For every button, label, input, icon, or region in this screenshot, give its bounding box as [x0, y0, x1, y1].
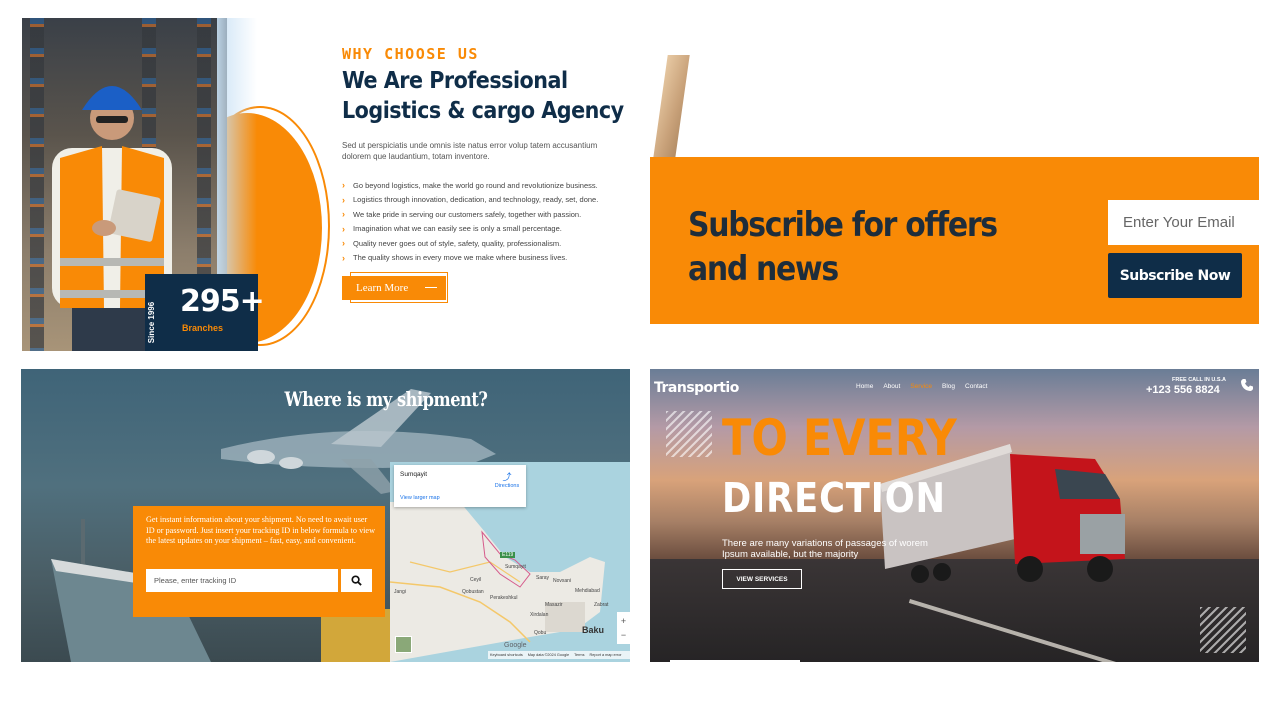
- list-item-text: Quality never goes out of style, safety,…: [353, 238, 562, 248]
- map-label: Sumqayit: [505, 564, 526, 570]
- tracking-id-input[interactable]: [146, 569, 338, 592]
- dash-icon: [425, 287, 437, 288]
- branches-stat-box: 295+ Branches Since 1996: [145, 274, 265, 351]
- why-choose-us-section: 295+ Branches Since 1996 WHY CHOOSE US W…: [22, 18, 630, 351]
- zoom-control[interactable]: + −: [617, 612, 630, 644]
- list-item-text: Go beyond logistics, make the world go r…: [353, 180, 598, 190]
- phone-icon: [1241, 379, 1253, 391]
- map-label: Masazir: [545, 602, 563, 608]
- map-label: Zabrat: [594, 602, 609, 608]
- learn-more-button[interactable]: Learn More: [342, 276, 446, 300]
- nav-contact[interactable]: Contact: [965, 383, 987, 390]
- chevron-right-icon: ›: [342, 180, 345, 191]
- satellite-toggle[interactable]: [395, 636, 412, 653]
- map-label-city: Baku: [582, 625, 605, 635]
- subscribe-title: Subscribe for offers and news: [688, 205, 998, 289]
- nav-service[interactable]: Service: [910, 383, 932, 390]
- stripes-graphic: [1200, 607, 1246, 653]
- list-item-text: The quality shows in every move we make …: [353, 253, 568, 263]
- map-label: Xirdalan: [530, 612, 549, 618]
- feature-list: › Go beyond logistics, make the world go …: [342, 178, 598, 265]
- chevron-right-icon: ›: [342, 223, 345, 234]
- section-paragraph: Sed ut perspiciatis unde omnis iste natu…: [342, 141, 598, 161]
- directions-icon: ⤴: [502, 472, 512, 482]
- hero-headline-1: TO EVERY: [722, 409, 957, 467]
- subscribe-section: Subscribe for offers and news Subscribe …: [650, 55, 1280, 330]
- google-logo: Google: [504, 642, 527, 649]
- list-item-text: Imagination what we can easily see is on…: [353, 224, 562, 234]
- stat-label: Branches: [182, 323, 224, 333]
- nav-about[interactable]: About: [883, 383, 900, 390]
- report-error-link[interactable]: Report a map error: [590, 653, 622, 657]
- list-item: › The quality shows in every move we make…: [342, 251, 598, 266]
- list-item: › Logistics through innovation, dedicatio…: [342, 193, 598, 208]
- call-number[interactable]: +123 556 8824: [1146, 384, 1220, 396]
- tracking-info-text: Get instant information about your shipm…: [146, 515, 375, 545]
- keyboard-shortcuts-link[interactable]: Keyboard shortcuts: [490, 653, 523, 657]
- list-item: › We take pride in serving our customers …: [342, 207, 598, 222]
- map-label: Jangi: [394, 589, 406, 595]
- google-map[interactable]: Sumqayit ⤴ Directions View larger map E1…: [390, 462, 630, 662]
- search-icon: [351, 575, 362, 586]
- tracking-card: Get instant information about your shipm…: [133, 506, 385, 617]
- map-label: Qobu: [534, 630, 547, 636]
- map-label: Saray: [536, 575, 550, 581]
- chevron-right-icon: ›: [342, 238, 345, 249]
- hero-section: Transportio Home About Service Blog Cont…: [650, 369, 1259, 662]
- map-label: Mehdiabad: [575, 588, 600, 594]
- hero-description: There are many variations of passages of…: [722, 538, 928, 560]
- email-field[interactable]: [1108, 200, 1268, 245]
- map-place-name: Sumqayit: [400, 471, 428, 478]
- view-larger-map-link[interactable]: View larger map: [400, 495, 440, 501]
- stripes-graphic: [666, 411, 712, 457]
- terms-link[interactable]: Terms: [574, 653, 584, 657]
- directions-link[interactable]: ⤴ Directions: [492, 470, 522, 489]
- hero-headline-2: DIRECTION: [722, 474, 946, 522]
- nav-blog[interactable]: Blog: [942, 383, 955, 390]
- cardboard-box-graphic: [652, 55, 690, 165]
- list-item-text: Logistics through innovation, dedication…: [353, 195, 599, 205]
- shipment-title: Where is my shipment?: [284, 387, 488, 411]
- map-label: Qobustan: [462, 589, 484, 595]
- stat-value: 295+: [180, 284, 265, 319]
- directions-label: Directions: [494, 483, 520, 489]
- map-attribution: Keyboard shortcuts Map data ©2024 Google…: [488, 651, 630, 659]
- chevron-right-icon: ›: [342, 209, 345, 220]
- chevron-right-icon: ›: [342, 194, 345, 205]
- search-button[interactable]: [341, 569, 372, 592]
- since-label: Since 1996: [147, 301, 157, 344]
- road-badge: E119: [500, 552, 516, 558]
- list-item: › Quality never goes out of style, safety…: [342, 236, 598, 251]
- map-info-card: Sumqayit ⤴ Directions View larger map: [394, 465, 526, 507]
- view-services-button[interactable]: VIEW SERVICES: [722, 569, 802, 589]
- nav-home[interactable]: Home: [856, 383, 873, 390]
- list-item-text: We take pride in serving our customers s…: [353, 209, 582, 219]
- map-label: Ceyil: [470, 577, 482, 583]
- slider-indicator[interactable]: [670, 660, 800, 662]
- map-data-text: Map data ©2024 Google: [527, 653, 570, 657]
- main-nav: Home About Service Blog Contact: [856, 383, 987, 390]
- section-heading: We Are Professional Logistics & cargo Ag…: [342, 68, 624, 124]
- shipment-tracking-section: Where is my shipment? Get instant inform…: [21, 369, 630, 662]
- map-label: Perakeshkul: [490, 595, 518, 601]
- learn-more-label: Learn More: [356, 282, 409, 294]
- list-item: › Go beyond logistics, make the world go …: [342, 178, 598, 193]
- list-item: › Imagination what we can easily see is o…: [342, 222, 598, 237]
- chevron-right-icon: ›: [342, 252, 345, 263]
- call-label: FREE CALL IN U.S.A: [1172, 377, 1226, 383]
- subscribe-button[interactable]: Subscribe Now: [1108, 253, 1242, 298]
- map-label: Novxani: [553, 578, 572, 584]
- brand-logo[interactable]: Transportio: [654, 380, 739, 396]
- section-eyebrow: WHY CHOOSE US: [342, 45, 479, 63]
